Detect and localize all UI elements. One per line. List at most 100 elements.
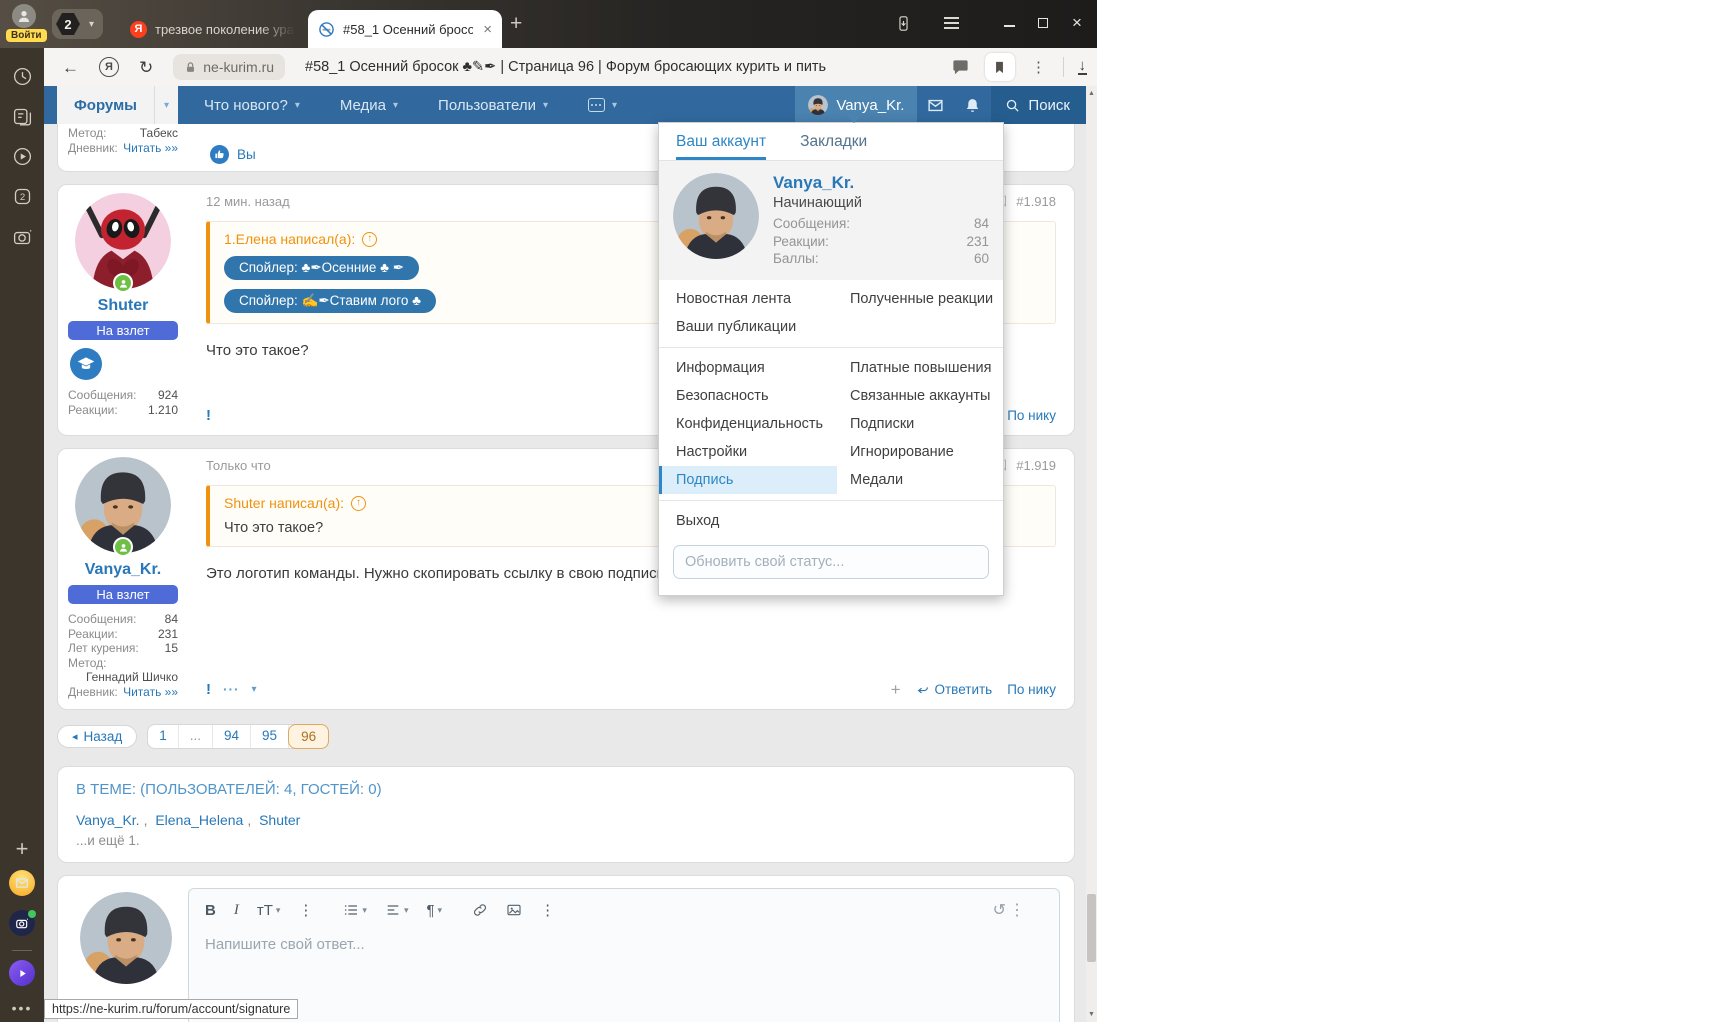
yandex-button[interactable]: Я [99, 57, 119, 77]
editor-menu-icon[interactable]: ⋮ [1009, 900, 1025, 920]
yandex-mail-icon[interactable] [0, 870, 44, 896]
reply-input-placeholder[interactable]: Напишите свой ответ... [189, 924, 1059, 965]
post-time[interactable]: 12 мин. назад [206, 194, 290, 209]
inbox-icon[interactable] [917, 86, 954, 124]
menu-your-posts[interactable]: Ваши публикации [659, 313, 837, 341]
tab-active[interactable]: #58_1 Осенний бросок × [308, 10, 502, 48]
diary-link[interactable]: Читать »» [123, 685, 178, 700]
bookmark-flag-button[interactable] [984, 53, 1015, 81]
sidebar-more-icon[interactable]: ••• [0, 1000, 44, 1016]
chevron-down-icon[interactable]: ▾ [153, 86, 178, 124]
editor-more-icon[interactable]: ⋮ [540, 901, 555, 919]
page-title[interactable]: #58_1 Осенний бросок ♣✎✒ | Страница 96 |… [305, 59, 930, 75]
scrollbar[interactable]: ▲ ▼ [1086, 86, 1097, 1022]
nav-sos[interactable]: ▾ [574, 86, 631, 124]
undo-icon[interactable]: ↺ [993, 900, 1006, 920]
spoiler-button[interactable]: Спойлер: ♣✒Осенние ♣ ✒ [224, 256, 420, 280]
topic-user-link[interactable]: Vanya_Kr. [76, 812, 140, 828]
nav-users[interactable]: Пользователи ▾ [424, 86, 562, 124]
menu-security[interactable]: Безопасность [659, 382, 837, 410]
goto-quote-icon[interactable]: ↑ [351, 495, 367, 511]
toolbar-more-icon[interactable]: ⋮ [1029, 57, 1049, 77]
insert-image-icon[interactable] [506, 902, 522, 918]
topic-user-link[interactable]: Shuter [259, 812, 300, 828]
scrollbar-thumb[interactable] [1087, 894, 1096, 962]
search-button[interactable]: Поиск [991, 86, 1086, 124]
nav-whats-new[interactable]: Что нового? ▾ [190, 86, 314, 124]
menu-received-reactions[interactable]: Полученные реакции [837, 285, 1003, 313]
page-button[interactable]: 94 [213, 725, 252, 748]
post-number[interactable]: #1.918 [1016, 194, 1056, 209]
dropdown-tab-bookmarks[interactable]: Закладки [800, 123, 867, 160]
more-formats-icon[interactable]: ⋮ [298, 901, 313, 919]
video-icon[interactable] [0, 146, 44, 167]
tab-group-button[interactable]: 2 ▾ [52, 9, 104, 39]
report-button[interactable]: ! [206, 407, 211, 424]
author-name[interactable]: Shuter [68, 297, 178, 315]
avatar[interactable] [673, 173, 759, 259]
italic-button[interactable]: I [234, 902, 239, 919]
avatar[interactable] [75, 457, 171, 557]
diary-link[interactable]: Читать »» [123, 141, 178, 156]
post-number[interactable]: #1.919 [1016, 458, 1056, 473]
author-name[interactable]: Vanya_Kr. [68, 561, 178, 579]
send-to-device-icon[interactable] [890, 10, 916, 36]
new-tab-button[interactable]: + [510, 13, 522, 34]
chevron-down-icon[interactable]: ▾ [252, 684, 257, 695]
align-button[interactable]: ▾ [385, 902, 408, 918]
comments-icon[interactable] [951, 57, 971, 77]
page-button-current[interactable]: 96 [288, 724, 330, 749]
minimize-button[interactable] [996, 10, 1022, 36]
refresh-button[interactable]: ↻ [139, 59, 153, 76]
menu-news-feed[interactable]: Новостная лента [659, 285, 837, 313]
menu-medals[interactable]: Медали [837, 466, 1003, 494]
browser-profile[interactable]: Войти [6, 3, 47, 47]
close-window-button[interactable]: × [1064, 10, 1090, 36]
close-tab-icon[interactable]: × [483, 22, 492, 37]
maximize-button[interactable] [1030, 10, 1056, 36]
insert-link-icon[interactable] [472, 902, 488, 918]
topic-user-link[interactable]: Elena_Helena [155, 812, 243, 828]
screenshot-icon[interactable] [0, 226, 44, 247]
menu-logout[interactable]: Выход [659, 507, 837, 535]
list-button[interactable]: ▾ [343, 902, 367, 918]
menu-privacy[interactable]: Конфиденциальность [659, 410, 837, 438]
messenger-icon[interactable] [0, 910, 44, 936]
menu-information[interactable]: Информация [659, 354, 837, 382]
quote-by-nick-button[interactable]: По нику [1007, 682, 1056, 697]
history-icon[interactable] [0, 66, 44, 87]
tabs-panel-icon[interactable] [0, 186, 44, 207]
address-domain[interactable]: ne-kurim.ru [173, 54, 286, 80]
account-name[interactable]: Vanya_Kr. [773, 173, 989, 193]
font-size-button[interactable]: тT ▾ [257, 902, 281, 919]
goto-quote-icon[interactable]: ↑ [362, 231, 378, 247]
spoiler-button[interactable]: Спойлер: ✍✒Ставим лого ♣ [224, 289, 436, 313]
menu-paid-upgrades[interactable]: Платные повышения [837, 354, 1003, 382]
menu-linked-accounts[interactable]: Связанные аккаунты [837, 382, 1003, 410]
report-button[interactable]: ! [206, 681, 211, 698]
browser-menu-icon[interactable] [938, 10, 964, 36]
scroll-up-icon[interactable]: ▲ [1086, 90, 1097, 97]
post-more-icon[interactable]: ··· [223, 682, 240, 697]
page-button[interactable]: 1 [148, 725, 179, 748]
add-panel-icon[interactable]: + [0, 838, 44, 860]
menu-settings[interactable]: Настройки [659, 438, 837, 466]
chevron-down-icon[interactable]: ▾ [84, 19, 99, 30]
alice-icon[interactable] [0, 960, 44, 986]
quote-by-nick-button[interactable]: По нику [1007, 408, 1056, 423]
scroll-down-icon[interactable]: ▼ [1086, 1011, 1097, 1018]
menu-ignoring[interactable]: Игнорирование [837, 438, 1003, 466]
feed-icon[interactable] [0, 106, 44, 127]
nav-forums[interactable]: Форумы ▾ [57, 86, 179, 124]
bold-button[interactable]: B [205, 902, 216, 919]
dropdown-tab-account[interactable]: Ваш аккаунт [676, 123, 766, 160]
page-back-button[interactable]: ◂ Назад [57, 725, 138, 748]
alerts-bell-icon[interactable] [954, 86, 991, 124]
menu-signature[interactable]: Подпись [659, 465, 837, 494]
status-input[interactable] [673, 544, 989, 579]
nav-media[interactable]: Медиа ▾ [326, 86, 412, 124]
paragraph-button[interactable]: ¶ ▾ [426, 902, 442, 919]
login-badge[interactable]: Войти [6, 29, 47, 42]
menu-subscriptions[interactable]: Подписки [837, 410, 1003, 438]
post-time[interactable]: Только что [206, 458, 271, 473]
